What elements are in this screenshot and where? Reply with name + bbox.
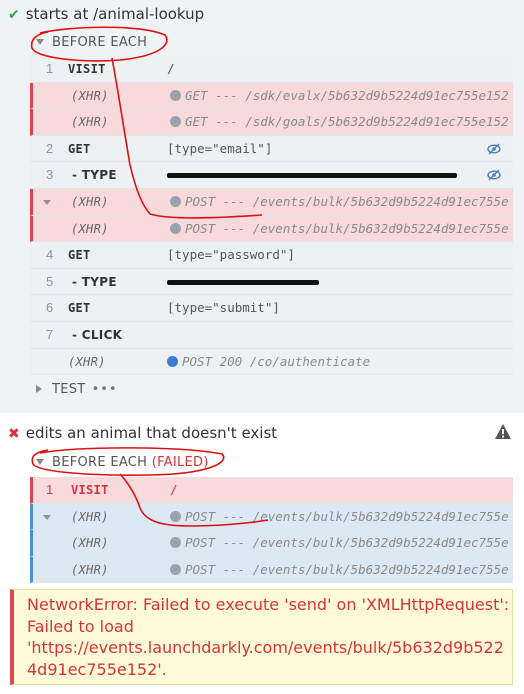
x-icon: ✖: [8, 426, 20, 442]
gray-dot-icon: [170, 195, 181, 207]
redaction-scribble: [167, 279, 319, 285]
xhr-row[interactable]: (XHR) POST --- /events/bulk/5b632d9b5224…: [30, 556, 513, 584]
command-message: [type="password"]: [167, 247, 295, 263]
command-name: (XHR): [71, 221, 109, 236]
hook-failed-label: (FAILED): [151, 455, 209, 470]
gray-dot-icon: [170, 116, 181, 128]
command-message: [167, 162, 505, 188]
hook-test[interactable]: TEST •••: [36, 376, 118, 404]
test-title-2[interactable]: ✖ edits an animal that doesn't exist: [8, 419, 277, 447]
command-name: - CLICK: [72, 327, 123, 342]
test-title-1[interactable]: ✔ starts at /animal-lookup: [8, 0, 204, 28]
check-icon: ✔: [8, 7, 20, 23]
eye-slash-icon[interactable]: [487, 169, 501, 181]
command-number: 7: [46, 326, 54, 342]
test-title-text: starts at /animal-lookup: [25, 5, 205, 23]
command-number: 1: [46, 61, 54, 76]
command-name: (XHR): [71, 194, 109, 209]
warning-triangle-icon[interactable]: [494, 423, 512, 440]
command-name: (XHR): [68, 354, 106, 369]
xhr-row[interactable]: (XHR) GET --- /sdk/evalx/5b632d9b5224d91…: [30, 82, 513, 110]
command-row[interactable]: 1 VISIT /: [30, 56, 513, 83]
command-list: 1 VISIT / (XHR) GET --- /sdk/evalx/5b632…: [30, 56, 513, 376]
command-name: GET: [68, 141, 91, 156]
command-name: GET: [68, 301, 91, 316]
command-row[interactable]: 7 - CLICK: [30, 321, 513, 349]
command-message: [type="submit"]: [167, 300, 280, 316]
xhr-row[interactable]: (XHR) POST --- /events/bulk/5b632d9b5224…: [30, 215, 513, 243]
command-name: - TYPE: [72, 168, 117, 183]
command-list: 1 VISIT / (XHR) POST --- /events/bulk/5b…: [30, 477, 513, 584]
hook-label: TEST: [52, 382, 86, 397]
command-name: (XHR): [71, 536, 109, 551]
caret-down-icon: [43, 199, 51, 205]
gray-dot-icon: [170, 563, 181, 575]
command-number: 3: [46, 167, 54, 183]
command-name: (XHR): [71, 509, 109, 524]
xhr-row[interactable]: (XHR) POST --- /events/bulk/5b632d9b5224…: [30, 530, 513, 557]
blue-dot-icon: [167, 355, 178, 367]
redaction-scribble: [167, 173, 457, 179]
command-number: 4: [46, 247, 54, 263]
command-name: VISIT: [68, 62, 106, 76]
command-message: GET --- /sdk/evalx/5b632d9b5224d91ec755e…: [170, 83, 508, 109]
command-row[interactable]: 2 GET [type="email"]: [30, 135, 513, 163]
command-message: POST --- /events/bulk/5b632d9b5224d91ec7…: [170, 530, 508, 556]
command-message: GET --- /sdk/goals/5b632d9b5224d91ec755e…: [170, 109, 508, 135]
xhr-row[interactable]: (XHR) GET --- /sdk/goals/5b632d9b5224d91…: [30, 109, 513, 136]
command-message: /: [170, 482, 178, 497]
command-message: [type="email"]: [167, 140, 273, 156]
hook-label: BEFORE EACH: [52, 35, 148, 50]
command-message: [167, 269, 505, 295]
command-name: (XHR): [71, 115, 109, 130]
xhr-row[interactable]: (XHR) POST 200 /co/authenticate: [30, 348, 513, 376]
caret-down-icon: [36, 38, 44, 45]
hook-before-each-failed[interactable]: BEFORE EACH (FAILED): [36, 449, 209, 477]
command-message: POST --- /events/bulk/5b632d9b5224d91ec7…: [170, 216, 508, 242]
gray-dot-icon: [170, 537, 181, 549]
command-number: 1: [46, 482, 54, 497]
eye-slash-icon[interactable]: [487, 143, 501, 155]
hook-before-each[interactable]: BEFORE EACH: [36, 29, 147, 57]
test-block-passed: ✔ starts at /animal-lookup BEFORE EACH 1 …: [0, 0, 524, 413]
command-message: POST --- /events/bulk/5b632d9b5224d91ec7…: [170, 504, 508, 530]
error-message-text: NetworkError: Failed to execute 'send' o…: [27, 595, 510, 679]
caret-down-icon: [43, 514, 51, 520]
command-message: POST --- /events/bulk/5b632d9b5224d91ec7…: [170, 189, 508, 215]
more-icon[interactable]: •••: [92, 382, 118, 397]
gray-dot-icon: [170, 222, 181, 234]
gray-dot-icon: [170, 89, 181, 101]
caret-down-icon: [36, 458, 44, 465]
command-row-failed[interactable]: 1 VISIT /: [30, 477, 513, 504]
command-name: (XHR): [71, 562, 109, 577]
caret-right-icon: [36, 384, 42, 393]
command-message: POST --- /events/bulk/5b632d9b5224d91ec7…: [170, 557, 508, 583]
xhr-row[interactable]: (XHR) POST --- /events/bulk/5b632d9b5224…: [30, 503, 513, 531]
command-name: VISIT: [71, 483, 109, 497]
command-row[interactable]: 5 - TYPE: [30, 268, 513, 296]
command-number: 2: [46, 140, 54, 156]
command-row[interactable]: 6 GET [type="submit"]: [30, 295, 513, 322]
error-message-box[interactable]: NetworkError: Failed to execute 'send' o…: [10, 589, 513, 685]
command-name: GET: [68, 248, 91, 263]
test-title-text: edits an animal that doesn't exist: [25, 424, 278, 442]
hook-label: BEFORE EACH: [52, 455, 148, 470]
command-name: (XHR): [71, 88, 109, 103]
command-row[interactable]: 3 - TYPE: [30, 162, 513, 189]
command-row[interactable]: 4 GET [type="password"]: [30, 242, 513, 269]
command-message: /: [167, 61, 175, 76]
command-number: 6: [46, 300, 54, 316]
command-message: POST 200 /co/authenticate: [167, 349, 505, 375]
gray-dot-icon: [170, 510, 181, 522]
command-number: 5: [46, 273, 54, 289]
command-name: - TYPE: [72, 274, 117, 289]
xhr-row[interactable]: (XHR) POST --- /events/bulk/5b632d9b5224…: [30, 188, 513, 216]
